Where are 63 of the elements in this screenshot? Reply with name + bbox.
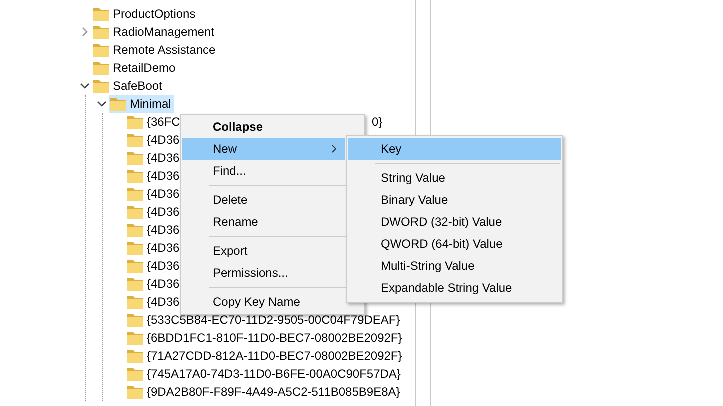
tree-item[interactable]: {4D36 xyxy=(126,221,183,239)
chevron-right-icon[interactable] xyxy=(82,27,88,37)
tree-item[interactable]: {4D36 xyxy=(126,167,183,185)
tree-item[interactable]: {4D36 xyxy=(126,185,183,203)
menu-item[interactable]: Collapse xyxy=(182,116,345,138)
folder-icon xyxy=(127,331,143,345)
menu-item[interactable]: Binary Value xyxy=(348,189,561,211)
tree-item[interactable]: SafeBoot xyxy=(92,77,166,95)
tree-item[interactable]: {4D36 xyxy=(126,257,183,275)
tree-item[interactable]: {4D36 xyxy=(126,239,183,257)
chevron-down-icon[interactable] xyxy=(97,101,107,107)
folder-icon xyxy=(127,259,143,273)
folder-icon xyxy=(127,115,143,129)
tree-item[interactable]: RetailDemo xyxy=(92,59,179,77)
folder-icon xyxy=(93,43,109,57)
tree-item[interactable]: {4D36 xyxy=(126,203,183,221)
menu-item[interactable]: Find... xyxy=(182,160,345,182)
folder-icon xyxy=(127,169,143,183)
folder-icon xyxy=(127,241,143,255)
tree-item-label-end: 0} xyxy=(372,115,383,129)
chevron-down-icon[interactable] xyxy=(80,83,90,89)
tree-item[interactable]: {36FC xyxy=(126,113,184,131)
menu-item[interactable]: Expandable String Value xyxy=(348,277,561,299)
folder-icon xyxy=(93,79,109,93)
folder-icon xyxy=(127,385,143,399)
folder-icon xyxy=(93,7,109,21)
menu-item[interactable]: QWORD (64-bit) Value xyxy=(348,233,561,255)
folder-icon xyxy=(127,367,143,381)
tree-item[interactable]: {745A17A0-74D3-11D0-B6FE-00A0C90F57DA} xyxy=(126,365,404,383)
tree-item[interactable]: Remote Assistance xyxy=(92,41,219,59)
tree-item[interactable]: {4D36 xyxy=(126,149,183,167)
menu-item[interactable]: Delete xyxy=(182,189,345,211)
menu-item[interactable]: Multi-String Value xyxy=(348,255,561,277)
folder-icon xyxy=(127,349,143,363)
menu-item[interactable]: Copy Key Name xyxy=(182,291,345,313)
tree-item[interactable]: {6BDD1FC1-810F-11D0-BEC7-08002BE2092F} xyxy=(126,329,406,347)
tree-item[interactable]: {71A27CDD-812A-11D0-BEC7-08002BE2092F} xyxy=(126,347,406,365)
tree-item[interactable]: {533C5B84-EC70-11D2-9505-00C04F79DEAF} xyxy=(126,311,404,329)
tree-item[interactable]: {9DA2B80F-F89F-4A49-A5C2-511B085B9E8A} xyxy=(126,383,404,401)
folder-icon xyxy=(127,313,143,327)
menu-item[interactable]: Export xyxy=(182,240,345,262)
folder-icon xyxy=(127,133,143,147)
folder-icon xyxy=(93,61,109,75)
menu-item[interactable]: String Value xyxy=(348,167,561,189)
folder-icon xyxy=(127,187,143,201)
tree-item[interactable]: RadioManagement xyxy=(92,23,218,41)
tree-item[interactable]: ProductOptions xyxy=(92,5,199,23)
folder-icon xyxy=(127,205,143,219)
tree-item[interactable]: {4D36 xyxy=(126,131,183,149)
folder-icon xyxy=(127,295,143,309)
tree-item[interactable]: {4D36 xyxy=(126,275,183,293)
folder-icon xyxy=(127,151,143,165)
tree-item[interactable]: {4D36 xyxy=(126,293,183,311)
menu-item[interactable]: New xyxy=(182,138,345,160)
folder-icon xyxy=(127,223,143,237)
menu-item[interactable]: Rename xyxy=(182,211,345,233)
folder-icon xyxy=(110,97,126,111)
tree-item[interactable]: Minimal xyxy=(109,95,174,113)
folder-icon xyxy=(93,25,109,39)
folder-icon xyxy=(127,277,143,291)
menu-item[interactable]: Permissions... xyxy=(182,262,345,284)
menu-item[interactable]: Key xyxy=(348,138,561,160)
menu-item[interactable]: DWORD (32-bit) Value xyxy=(348,211,561,233)
